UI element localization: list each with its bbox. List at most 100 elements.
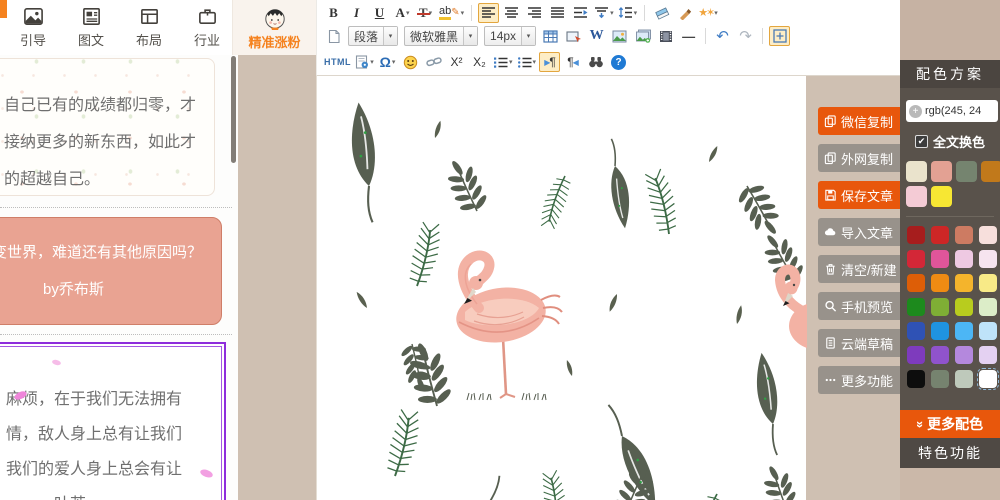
color-swatch[interactable] [955, 226, 973, 244]
color-swatch[interactable] [979, 298, 997, 316]
cloud-draft-button[interactable]: 云端草稿 [818, 329, 904, 357]
fan-growth-button[interactable]: 精准涨粉 [232, 0, 316, 55]
caret-down-icon[interactable]: ▾ [610, 9, 614, 17]
align-left-button[interactable] [478, 3, 499, 23]
save-article-button[interactable]: 保存文章 [818, 181, 904, 209]
find-replace-button[interactable] [585, 52, 606, 72]
color-swatch[interactable] [979, 370, 997, 388]
nav-item-article[interactable]: 图文 [70, 6, 112, 49]
caret-down-icon[interactable]: ▾ [509, 58, 513, 66]
format-painter-button[interactable] [674, 3, 695, 23]
insert-video-button[interactable] [655, 26, 676, 46]
color-swatch[interactable] [907, 370, 925, 388]
caret-down-icon[interactable]: ▾ [533, 58, 537, 66]
new-page-button[interactable] [323, 26, 344, 46]
remove-format-button[interactable] [651, 3, 672, 23]
editor-content-area[interactable] [316, 76, 806, 500]
insert-hr-button[interactable]: — [678, 26, 699, 46]
color-swatch[interactable] [979, 226, 997, 244]
color-swatch[interactable] [931, 226, 949, 244]
font-color-button[interactable]: A▾ [392, 3, 413, 23]
paragraph-format-select[interactable]: 段落 ▾ [348, 26, 398, 46]
help-button[interactable]: ? [608, 52, 629, 72]
undo-button[interactable]: ↶ [712, 26, 733, 46]
color-swatch[interactable] [955, 298, 973, 316]
ordered-list-button[interactable]: ▾ [492, 52, 514, 72]
add-color-icon[interactable]: + [909, 105, 922, 118]
color-swatch[interactable] [931, 274, 949, 292]
unordered-list-button[interactable]: ▾ [516, 52, 538, 72]
color-swatch[interactable] [955, 250, 973, 268]
template-card-quote-2[interactable]: 变世界，难道还有其他原因吗？ by乔布斯 [0, 217, 222, 325]
color-swatch[interactable] [907, 298, 925, 316]
color-swatch[interactable] [907, 226, 925, 244]
color-swatch[interactable] [907, 322, 925, 340]
full-text-recolor-toggle[interactable]: ✔ 全文换色 [900, 132, 1000, 151]
font-family-select[interactable]: 微软雅黑 ▾ [404, 26, 478, 46]
external-copy-button[interactable]: 外网复制 [818, 144, 904, 172]
subscript-button[interactable]: X₂ [469, 52, 490, 72]
caret-down-icon[interactable]: ▾ [406, 9, 410, 17]
text-direction-rtl-button[interactable]: ¶◀ [562, 52, 583, 72]
flamingo-leaves-pattern-image[interactable] [317, 76, 807, 500]
html-source-button[interactable]: HTML [323, 52, 352, 72]
highlight-button[interactable]: ab✎▾ [438, 3, 465, 23]
insert-table-button[interactable] [540, 26, 561, 46]
template-page-button[interactable]: ▾ [354, 52, 375, 72]
color-value-input[interactable] [925, 105, 998, 117]
color-swatch[interactable] [979, 274, 997, 292]
checkbox-checked-icon[interactable]: ✔ [915, 135, 928, 148]
color-swatch[interactable] [931, 322, 949, 340]
bold-button[interactable]: B [323, 3, 344, 23]
nav-item-industry[interactable]: 行业 [186, 6, 228, 49]
color-swatch[interactable] [955, 274, 973, 292]
line-height-button[interactable]: ▾ [617, 3, 639, 23]
color-swatch[interactable] [981, 161, 1000, 182]
color-swatch[interactable] [931, 186, 952, 207]
caret-down-icon[interactable]: ▾ [461, 9, 465, 17]
phone-preview-button[interactable]: 手机预览 [818, 292, 904, 320]
one-click-beautify-button[interactable]: ★✶ ▾ [697, 3, 719, 23]
insert-image-button[interactable] [609, 26, 630, 46]
color-swatch[interactable] [955, 322, 973, 340]
caret-down-icon[interactable]: ▾ [370, 58, 374, 66]
special-features-header[interactable]: 特色功能 [900, 438, 1000, 468]
insert-link-button[interactable] [423, 52, 444, 72]
color-swatch[interactable] [907, 250, 925, 268]
superscript-button[interactable]: X² [446, 52, 467, 72]
color-swatch[interactable] [979, 322, 997, 340]
import-word-button[interactable]: W [586, 26, 607, 46]
color-swatch[interactable] [955, 370, 973, 388]
text-direction-ltr-button[interactable]: ▶¶ [539, 52, 560, 72]
nav-item-layout[interactable]: 布局 [128, 6, 170, 49]
italic-button[interactable]: I [346, 3, 367, 23]
align-justify-button[interactable] [547, 3, 568, 23]
color-swatch[interactable] [907, 346, 925, 364]
caret-down-icon[interactable]: ▾ [714, 9, 718, 17]
caret-down-icon[interactable]: ▾ [383, 27, 397, 45]
indent-button[interactable] [570, 3, 591, 23]
paragraph-spacing-button[interactable]: ▾ [593, 3, 615, 23]
underline-button[interactable]: U [369, 3, 390, 23]
color-swatch[interactable] [906, 186, 927, 207]
screenshot-button[interactable] [563, 26, 584, 46]
color-swatch[interactable] [979, 346, 997, 364]
insert-template-box-button[interactable] [769, 26, 790, 46]
template-card-quote-1[interactable]: 自己已有的成绩都归零，才 接纳更多的新东西，如此才 的超越自己。 [0, 58, 215, 196]
special-char-button[interactable]: Ω ▾ [377, 52, 398, 72]
caret-down-icon[interactable]: ▾ [634, 9, 638, 17]
caret-down-icon[interactable]: ▾ [392, 58, 396, 66]
color-swatch[interactable] [979, 250, 997, 268]
clear-new-button[interactable]: 清空/新建 [818, 255, 904, 283]
strikethrough-button[interactable]: T▾ [415, 3, 436, 23]
template-card-quote-3[interactable]: 麻烦，在于我们无法拥有 情，敌人身上总有让我们 我们的爱人身上总会有让 。——叶… [0, 342, 226, 500]
insert-multi-image-button[interactable] [632, 26, 653, 46]
color-swatch[interactable] [931, 370, 949, 388]
caret-down-icon[interactable]: ▾ [463, 27, 477, 45]
align-right-button[interactable] [524, 3, 545, 23]
more-color-schemes-button[interactable]: » 更多配色 [900, 410, 1000, 438]
wechat-copy-button[interactable]: 微信复制 [818, 107, 904, 135]
align-center-button[interactable] [501, 3, 522, 23]
sidebar-scrollbar-thumb[interactable] [231, 56, 236, 163]
color-swatch[interactable] [931, 298, 949, 316]
